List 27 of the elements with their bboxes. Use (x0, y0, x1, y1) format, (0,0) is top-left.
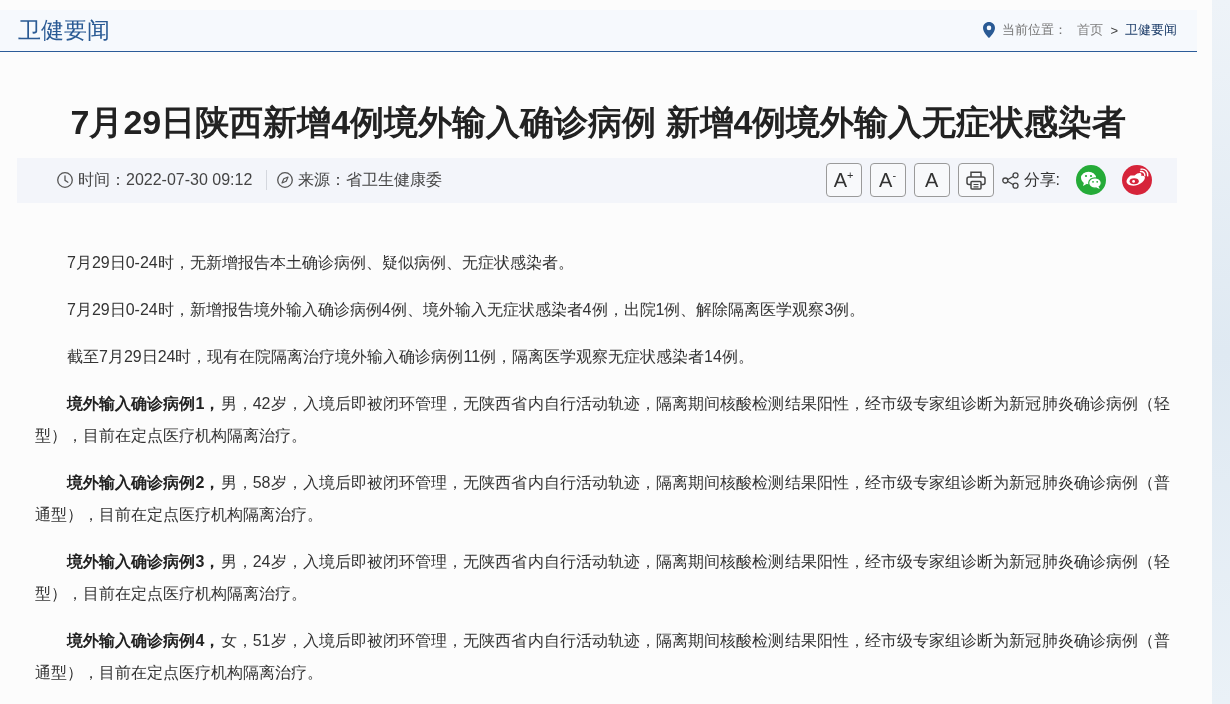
section-title: 卫健要闻 (18, 15, 110, 45)
share-icon (1001, 171, 1019, 189)
breadcrumb-link[interactable]: 卫健要闻 (1125, 21, 1177, 40)
font-size-button[interactable]: A$^{+}$ (825, 163, 862, 198)
breadcrumb-separator: > (1110, 22, 1118, 38)
share-label: 分享: (1023, 169, 1060, 190)
chat-bubbles-icon[interactable] (1076, 165, 1106, 196)
article-title: 7月29日陕西新增4例境外输入确诊病例 新增4例境外输入无症状感染者 (69, 101, 1128, 143)
article-paragraph: 截至7月29日24时，现有在院隔离治疗境外输入确诊病例11例，隔离医学观察无症状感染者14例。 (66, 347, 755, 367)
article-source: 来源：省卫生健康委 (298, 169, 443, 190)
compass-icon (277, 172, 294, 189)
print-button[interactable] (957, 163, 994, 198)
weibo-logo-icon[interactable] (1122, 165, 1152, 196)
article-paragraph: 7月29日0-24时，新增报告境外输入确诊病例4例、境外输入无症状感染者4例，出院1例、解除隔离医学观察3例。 (66, 300, 867, 320)
clock-icon (57, 172, 73, 189)
publish-time: 时间：2022-07-30 09:12 (78, 169, 253, 190)
breadcrumb-link[interactable]: 首页 (1077, 21, 1104, 40)
font-size-button[interactable]: A (913, 163, 950, 198)
article-paragraph: 境外输入确诊病例1，男，42岁，入境后即被闭环管理，无陕西省内自行活动轨迹，隔离期间核酸检测结果阳性，经市级专家组诊断为新冠肺炎确诊病例（轻型），目前在定点医疗机构隔离治疗。 (35, 394, 1170, 446)
article-paragraph: 境外输入确诊病例2，男，58岁，入境后即被闭环管理，无陕西省内自行活动轨迹，隔离期间核酸检测结果阳性，经市级专家组诊断为新冠肺炎确诊病例（普通型），目前在定点医疗机构隔离治疗。 (35, 473, 1170, 525)
printer-icon (965, 170, 986, 190)
article-paragraph: 境外输入确诊病例4，女，51岁，入境后即被闭环管理，无陕西省内自行活动轨迹，隔离期间核酸检测结果阳性，经市级专家组诊断为新冠肺炎确诊病例（普通型），目前在定点医疗机构隔离治疗。 (35, 631, 1170, 683)
article-paragraph: 境外输入确诊病例3，男，24岁，入境后即被闭环管理，无陕西省内自行活动轨迹，隔离期间核酸检测结果阳性，经市级专家组诊断为新冠肺炎确诊病例（轻型），目前在定点医疗机构隔离治疗。 (35, 552, 1170, 604)
article-paragraph: 7月29日0-24时，无新增报告本土确诊病例、疑似病例、无症状感染者。 (66, 253, 575, 273)
font-size-button[interactable]: A$^{-}$ (869, 163, 906, 198)
breadcrumb-label: 当前位置： (1002, 21, 1068, 40)
location-pin-icon (983, 22, 996, 39)
